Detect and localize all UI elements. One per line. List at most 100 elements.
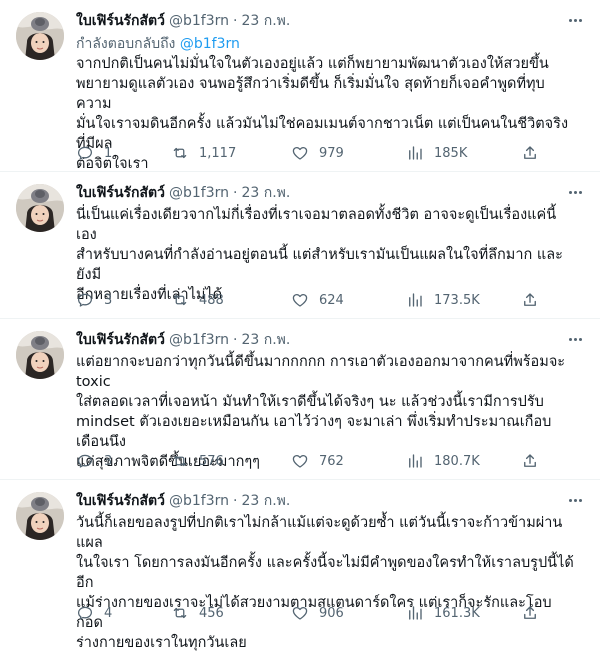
avatar-photo-icon — [16, 12, 64, 60]
tweet-header: ใบเฟิร์นรักสัตว์ @b1f3rn · 23 ก.พ. — [76, 12, 584, 30]
like-button[interactable]: 979 — [291, 144, 406, 162]
timestamp[interactable]: 23 ก.พ. — [241, 10, 290, 32]
like-count: 762 — [319, 453, 344, 469]
retweet-button[interactable]: 488 — [171, 291, 291, 309]
heart-icon — [292, 293, 308, 307]
view-count: 185K — [434, 145, 468, 161]
retweet-icon — [173, 294, 187, 306]
retweet-button[interactable]: 456 — [171, 604, 291, 622]
tweet-actions: 1 1,117 979 185K — [76, 143, 584, 163]
more-options-icon[interactable] — [564, 329, 586, 349]
share-button[interactable] — [521, 452, 539, 470]
reply-count: 1 — [104, 145, 113, 161]
avatar-photo-icon — [16, 492, 64, 540]
views-button[interactable]: 185K — [406, 144, 521, 162]
separator-dot: · — [233, 332, 238, 348]
reply-button[interactable]: 1 — [76, 144, 171, 162]
reply-count: 3 — [104, 292, 113, 308]
like-count: 906 — [319, 605, 344, 621]
views-button[interactable]: 180.7K — [406, 452, 521, 470]
tweet-header: ใบเฟิร์นรักสัตว์ @b1f3rn · 23 ก.พ. — [76, 492, 584, 510]
tweet[interactable]: ใบเฟิร์นรักสัตว์ @b1f3rn · 23 ก.พ. แต่อย… — [0, 319, 600, 480]
handle[interactable]: @b1f3rn — [169, 332, 229, 348]
tweet-actions: 3 576 762 180.7K — [76, 451, 584, 471]
tweet[interactable]: ใบเฟิร์นรักสัตว์ @b1f3rn · 23 ก.พ. นี่เป… — [0, 172, 600, 319]
replying-to: กำลังตอบกลับถึง @b1f3rn — [76, 33, 584, 52]
view-count: 180.7K — [434, 453, 480, 469]
tweet-actions: 3 488 624 173.5K — [76, 290, 584, 310]
display-name[interactable]: ใบเฟิร์นรักสัตว์ — [76, 182, 165, 204]
tweet-header: ใบเฟิร์นรักสัตว์ @b1f3rn · 23 ก.พ. — [76, 184, 584, 202]
retweet-count: 576 — [199, 453, 224, 469]
avatar[interactable] — [16, 184, 64, 232]
tweet-text: วันนี้ก็เลยขอลงรูปที่ปกติเราไม่กล้าแม้แต… — [76, 515, 574, 651]
more-options-icon[interactable] — [564, 10, 586, 30]
timestamp[interactable]: 23 ก.พ. — [241, 182, 290, 204]
tweet[interactable]: ใบเฟิร์นรักสัตว์ @b1f3rn · 23 ก.พ. วันนี… — [0, 480, 600, 651]
timestamp[interactable]: 23 ก.พ. — [241, 329, 290, 351]
views-chart-icon — [409, 146, 422, 160]
more-options-icon[interactable] — [564, 182, 586, 202]
heart-icon — [292, 606, 308, 620]
reply-icon — [77, 454, 93, 468]
retweet-button[interactable]: 576 — [171, 452, 291, 470]
reply-button[interactable]: 3 — [76, 452, 171, 470]
retweet-icon — [173, 147, 187, 159]
views-button[interactable]: 161.3K — [406, 604, 521, 622]
tweet-thread: ใบเฟิร์นรักสัตว์ @b1f3rn · 23 ก.พ. กำลัง… — [0, 0, 600, 651]
separator-dot: · — [233, 493, 238, 509]
like-button[interactable]: 624 — [291, 291, 406, 309]
retweet-button[interactable]: 1,117 — [171, 144, 291, 162]
retweet-icon — [173, 455, 187, 467]
like-count: 979 — [319, 145, 344, 161]
separator-dot: · — [233, 185, 238, 201]
heart-icon — [292, 146, 308, 160]
more-options-icon[interactable] — [564, 490, 586, 510]
share-icon — [524, 146, 536, 159]
tweet-actions: 4 456 906 161.3K — [76, 603, 584, 623]
replying-to-label: กำลังตอบกลับถึง — [76, 36, 176, 52]
heart-icon — [292, 454, 308, 468]
display-name[interactable]: ใบเฟิร์นรักสัตว์ — [76, 329, 165, 351]
tweet-header: ใบเฟิร์นรักสัตว์ @b1f3rn · 23 ก.พ. — [76, 331, 584, 349]
display-name[interactable]: ใบเฟิร์นรักสัตว์ — [76, 10, 165, 32]
avatar[interactable] — [16, 331, 64, 379]
view-count: 173.5K — [434, 292, 480, 308]
views-chart-icon — [409, 454, 422, 468]
view-count: 161.3K — [434, 605, 480, 621]
reply-icon — [77, 146, 93, 160]
retweet-icon — [173, 607, 187, 619]
like-button[interactable]: 906 — [291, 604, 406, 622]
reply-button[interactable]: 3 — [76, 291, 171, 309]
like-button[interactable]: 762 — [291, 452, 406, 470]
views-chart-icon — [409, 606, 422, 620]
handle[interactable]: @b1f3rn — [169, 13, 229, 29]
avatar-photo-icon — [16, 184, 64, 232]
share-button[interactable] — [521, 144, 539, 162]
reply-button[interactable]: 4 — [76, 604, 171, 622]
share-icon — [524, 606, 536, 619]
avatar[interactable] — [16, 12, 64, 60]
reply-count: 4 — [104, 605, 113, 621]
share-icon — [524, 454, 536, 467]
reply-count: 3 — [104, 453, 113, 469]
handle[interactable]: @b1f3rn — [169, 493, 229, 509]
like-count: 624 — [319, 292, 344, 308]
timestamp[interactable]: 23 ก.พ. — [241, 490, 290, 512]
retweet-count: 456 — [199, 605, 224, 621]
retweet-count: 1,117 — [199, 145, 237, 161]
reply-icon — [77, 293, 93, 307]
views-button[interactable]: 173.5K — [406, 291, 521, 309]
display-name[interactable]: ใบเฟิร์นรักสัตว์ — [76, 490, 165, 512]
retweet-count: 488 — [199, 292, 224, 308]
replying-to-mention[interactable]: @b1f3rn — [180, 36, 240, 52]
share-button[interactable] — [521, 291, 539, 309]
views-chart-icon — [409, 293, 422, 307]
handle[interactable]: @b1f3rn — [169, 185, 229, 201]
share-icon — [524, 293, 536, 306]
tweet[interactable]: ใบเฟิร์นรักสัตว์ @b1f3rn · 23 ก.พ. กำลัง… — [0, 0, 600, 172]
separator-dot: · — [233, 13, 238, 29]
avatar-photo-icon — [16, 331, 64, 379]
avatar[interactable] — [16, 492, 64, 540]
share-button[interactable] — [521, 604, 539, 622]
